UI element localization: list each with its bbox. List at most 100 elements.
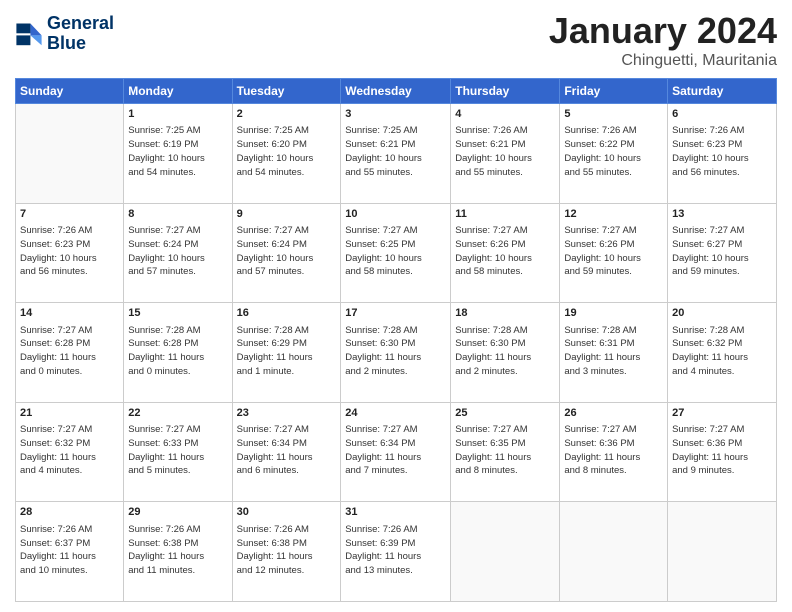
calendar-cell: 1 Sunrise: 7:25 AM Sunset: 6:19 PM Daylig… (124, 104, 232, 204)
day-info: Sunrise: 7:26 AM Sunset: 6:38 PM Dayligh… (237, 523, 337, 578)
calendar-cell: 2Sunrise: 7:25 AM Sunset: 6:20 PM Daylig… (232, 104, 341, 204)
day-info: Sunrise: 7:25 AM Sunset: 6:19 PM Dayligh… (128, 124, 227, 179)
day-info: Sunrise: 7:28 AM Sunset: 6:32 PM Dayligh… (672, 324, 772, 379)
day-info: Sunrise: 7:26 AM Sunset: 6:39 PM Dayligh… (345, 523, 446, 578)
day-number: 27 (672, 406, 772, 421)
day-number: 1 (128, 107, 227, 122)
day-info: Sunrise: 7:27 AM Sunset: 6:25 PM Dayligh… (345, 224, 446, 279)
calendar-cell: 17 Sunrise: 7:28 AM Sunset: 6:30 PM Dayli… (341, 303, 451, 403)
week-row-3: 14Sunrise: 7:27 AM Sunset: 6:28 PM Dayli… (16, 303, 777, 403)
weekday-header-sunday: Sunday (16, 79, 124, 104)
calendar-cell: 8 Sunrise: 7:27 AM Sunset: 6:24 PM Daylig… (124, 203, 232, 303)
calendar-cell: 22 Sunrise: 7:27 AM Sunset: 6:33 PM Dayli… (124, 402, 232, 502)
day-info: Sunrise: 7:27 AM Sunset: 6:34 PM Dayligh… (345, 423, 446, 478)
calendar-cell: 30 Sunrise: 7:26 AM Sunset: 6:38 PM Dayli… (232, 502, 341, 602)
day-number: 26 (564, 406, 663, 421)
calendar-title: January 2024 (549, 10, 777, 52)
day-info: Sunrise: 7:28 AM Sunset: 6:28 PM Dayligh… (128, 324, 227, 379)
logo: General Blue (15, 14, 114, 54)
day-number: 2 (237, 107, 337, 122)
calendar-cell: 11 Sunrise: 7:27 AM Sunset: 6:26 PM Dayli… (451, 203, 560, 303)
day-number: 19 (564, 306, 663, 321)
calendar-cell: 14Sunrise: 7:27 AM Sunset: 6:28 PM Dayli… (16, 303, 124, 403)
calendar-cell: 10 Sunrise: 7:27 AM Sunset: 6:25 PM Dayli… (341, 203, 451, 303)
day-number: 9 (237, 207, 337, 222)
day-number: 6 (672, 107, 772, 122)
calendar-cell: 27 Sunrise: 7:27 AM Sunset: 6:36 PM Dayli… (668, 402, 777, 502)
day-info: Sunrise: 7:27 AM Sunset: 6:27 PM Dayligh… (672, 224, 772, 279)
day-info: Sunrise: 7:26 AM Sunset: 6:23 PM Dayligh… (672, 124, 772, 179)
calendar-cell: 26 Sunrise: 7:27 AM Sunset: 6:36 PM Dayli… (560, 402, 668, 502)
day-number: 16 (237, 306, 337, 321)
calendar-cell: 28Sunrise: 7:26 AM Sunset: 6:37 PM Dayli… (16, 502, 124, 602)
calendar-table: SundayMondayTuesdayWednesdayThursdayFrid… (15, 78, 777, 602)
day-info: Sunrise: 7:25 AM Sunset: 6:21 PM Dayligh… (345, 124, 446, 179)
day-info: Sunrise: 7:26 AM Sunset: 6:37 PM Dayligh… (20, 523, 119, 578)
calendar-cell: 19 Sunrise: 7:28 AM Sunset: 6:31 PM Dayli… (560, 303, 668, 403)
calendar-cell: 21 Sunrise: 7:27 AM Sunset: 6:32 PM Dayli… (16, 402, 124, 502)
day-info: Sunrise: 7:27 AM Sunset: 6:26 PM Dayligh… (564, 224, 663, 279)
day-number: 11 (455, 207, 555, 222)
day-number: 31 (345, 505, 446, 520)
day-info: Sunrise: 7:28 AM Sunset: 6:30 PM Dayligh… (345, 324, 446, 379)
day-number: 4 (455, 107, 555, 122)
day-number: 17 (345, 306, 446, 321)
day-number: 25 (455, 406, 555, 421)
day-info: Sunrise: 7:26 AM Sunset: 6:38 PM Dayligh… (128, 523, 227, 578)
day-number: 24 (345, 406, 446, 421)
calendar-cell: 7Sunrise: 7:26 AM Sunset: 6:23 PM Daylig… (16, 203, 124, 303)
day-number: 5 (564, 107, 663, 122)
page: General Blue January 2024 Chinguetti, Ma… (0, 0, 792, 612)
day-info: Sunrise: 7:27 AM Sunset: 6:24 PM Dayligh… (128, 224, 227, 279)
calendar-cell (668, 502, 777, 602)
day-info: Sunrise: 7:27 AM Sunset: 6:36 PM Dayligh… (564, 423, 663, 478)
logo-text: General Blue (47, 14, 114, 54)
week-row-1: 1 Sunrise: 7:25 AM Sunset: 6:19 PM Daylig… (16, 104, 777, 204)
day-info: Sunrise: 7:27 AM Sunset: 6:32 PM Dayligh… (20, 423, 119, 478)
calendar-cell: 25Sunrise: 7:27 AM Sunset: 6:35 PM Dayli… (451, 402, 560, 502)
calendar-cell: 15 Sunrise: 7:28 AM Sunset: 6:28 PM Dayli… (124, 303, 232, 403)
weekday-header-monday: Monday (124, 79, 232, 104)
title-block: January 2024 Chinguetti, Mauritania (549, 10, 777, 70)
day-number: 10 (345, 207, 446, 222)
calendar-cell: 9 Sunrise: 7:27 AM Sunset: 6:24 PM Daylig… (232, 203, 341, 303)
calendar-cell: 3 Sunrise: 7:25 AM Sunset: 6:21 PM Daylig… (341, 104, 451, 204)
day-number: 22 (128, 406, 227, 421)
day-info: Sunrise: 7:26 AM Sunset: 6:23 PM Dayligh… (20, 224, 119, 279)
calendar-cell: 5 Sunrise: 7:26 AM Sunset: 6:22 PM Daylig… (560, 104, 668, 204)
day-info: Sunrise: 7:28 AM Sunset: 6:31 PM Dayligh… (564, 324, 663, 379)
day-number: 8 (128, 207, 227, 222)
weekday-header-row: SundayMondayTuesdayWednesdayThursdayFrid… (16, 79, 777, 104)
day-info: Sunrise: 7:27 AM Sunset: 6:34 PM Dayligh… (237, 423, 337, 478)
calendar-cell: 31 Sunrise: 7:26 AM Sunset: 6:39 PM Dayli… (341, 502, 451, 602)
day-number: 30 (237, 505, 337, 520)
week-row-5: 28Sunrise: 7:26 AM Sunset: 6:37 PM Dayli… (16, 502, 777, 602)
day-info: Sunrise: 7:26 AM Sunset: 6:21 PM Dayligh… (455, 124, 555, 179)
day-info: Sunrise: 7:26 AM Sunset: 6:22 PM Dayligh… (564, 124, 663, 179)
week-row-4: 21 Sunrise: 7:27 AM Sunset: 6:32 PM Dayli… (16, 402, 777, 502)
day-number: 18 (455, 306, 555, 321)
calendar-cell: 12Sunrise: 7:27 AM Sunset: 6:26 PM Dayli… (560, 203, 668, 303)
calendar-cell: 13 Sunrise: 7:27 AM Sunset: 6:27 PM Dayli… (668, 203, 777, 303)
day-info: Sunrise: 7:27 AM Sunset: 6:33 PM Dayligh… (128, 423, 227, 478)
calendar-cell (560, 502, 668, 602)
day-info: Sunrise: 7:28 AM Sunset: 6:30 PM Dayligh… (455, 324, 555, 379)
weekday-header-friday: Friday (560, 79, 668, 104)
calendar-cell: 20Sunrise: 7:28 AM Sunset: 6:32 PM Dayli… (668, 303, 777, 403)
day-info: Sunrise: 7:27 AM Sunset: 6:24 PM Dayligh… (237, 224, 337, 279)
day-number: 14 (20, 306, 119, 321)
calendar-cell: 23Sunrise: 7:27 AM Sunset: 6:34 PM Dayli… (232, 402, 341, 502)
day-number: 13 (672, 207, 772, 222)
day-number: 29 (128, 505, 227, 520)
calendar-cell: 4 Sunrise: 7:26 AM Sunset: 6:21 PM Daylig… (451, 104, 560, 204)
day-info: Sunrise: 7:27 AM Sunset: 6:26 PM Dayligh… (455, 224, 555, 279)
calendar-cell (16, 104, 124, 204)
calendar-cell: 16 Sunrise: 7:28 AM Sunset: 6:29 PM Dayli… (232, 303, 341, 403)
day-info: Sunrise: 7:28 AM Sunset: 6:29 PM Dayligh… (237, 324, 337, 379)
week-row-2: 7Sunrise: 7:26 AM Sunset: 6:23 PM Daylig… (16, 203, 777, 303)
day-number: 15 (128, 306, 227, 321)
weekday-header-tuesday: Tuesday (232, 79, 341, 104)
day-info: Sunrise: 7:27 AM Sunset: 6:36 PM Dayligh… (672, 423, 772, 478)
day-number: 3 (345, 107, 446, 122)
day-number: 21 (20, 406, 119, 421)
